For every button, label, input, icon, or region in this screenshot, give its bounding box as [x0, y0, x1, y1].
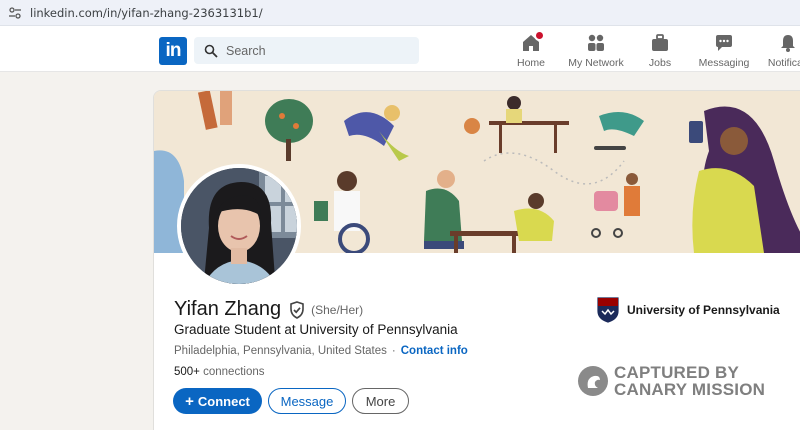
verified-shield-icon[interactable] [289, 300, 305, 319]
profile-photo[interactable] [177, 164, 301, 288]
connect-button-label: Connect [197, 393, 250, 409]
contact-info-link[interactable]: Contact info [401, 345, 468, 357]
nav-home-label: Home [516, 57, 545, 69]
nav-notifications-label: Notificati [767, 57, 800, 69]
connections-count[interactable]: 500+ connections [174, 366, 264, 378]
top-navigation: in Home My Network [0, 26, 800, 72]
connect-button[interactable]: + Connect [173, 388, 262, 414]
connections-label: connections [203, 366, 265, 378]
university-name: University of Pennsylvania [627, 303, 780, 317]
notification-dot [534, 30, 545, 41]
education-link[interactable]: University of Pennsylvania [597, 297, 780, 323]
url-text[interactable]: linkedin.com/in/yifan-zhang-2363131b1/ [30, 6, 263, 20]
nav-my-network-label: My Network [568, 57, 624, 69]
watermark: CAPTURED BY CANARY MISSION [578, 364, 765, 398]
search-input[interactable] [226, 43, 406, 58]
linkedin-logo[interactable]: in [159, 37, 187, 65]
more-button[interactable]: More [352, 388, 409, 414]
connections-number: 500+ [174, 366, 200, 378]
profile-headline: Graduate Student at University of Pennsy… [174, 322, 458, 337]
nav-notifications[interactable]: Notificati [753, 33, 800, 69]
watermark-line-1: CAPTURED BY [614, 363, 739, 382]
site-settings-icon[interactable] [8, 6, 22, 20]
browser-address-bar[interactable]: linkedin.com/in/yifan-zhang-2363131b1/ [0, 0, 800, 26]
message-button[interactable]: Message [268, 388, 346, 414]
location: Philadelphia, Pennsylvania, United State… [174, 345, 387, 357]
watermark-line-2: CANARY MISSION [614, 380, 766, 399]
separator-dot: · [391, 345, 396, 357]
nav-jobs-label: Jobs [648, 57, 672, 69]
nav-messaging-label: Messaging [698, 57, 750, 69]
bell-icon [781, 35, 795, 52]
search-box[interactable] [194, 37, 419, 64]
university-shield-icon [597, 297, 619, 323]
nav-jobs[interactable]: Jobs [625, 33, 695, 69]
nav-home[interactable]: Home [496, 30, 566, 69]
messaging-icon [716, 35, 732, 51]
nav-messaging[interactable]: Messaging [689, 33, 759, 69]
location-row: Philadelphia, Pennsylvania, United State… [174, 345, 468, 357]
search-icon [204, 44, 218, 58]
nav-my-network[interactable]: My Network [561, 33, 631, 69]
profile-name-row: Yifan Zhang (She/Her) [174, 298, 363, 321]
pronouns: (She/Her) [311, 302, 364, 317]
canary-bird-icon [578, 366, 608, 396]
network-icon [588, 34, 604, 51]
briefcase-icon [652, 34, 668, 51]
add-person-icon: + [185, 392, 194, 410]
profile-name: Yifan Zhang [174, 298, 282, 320]
